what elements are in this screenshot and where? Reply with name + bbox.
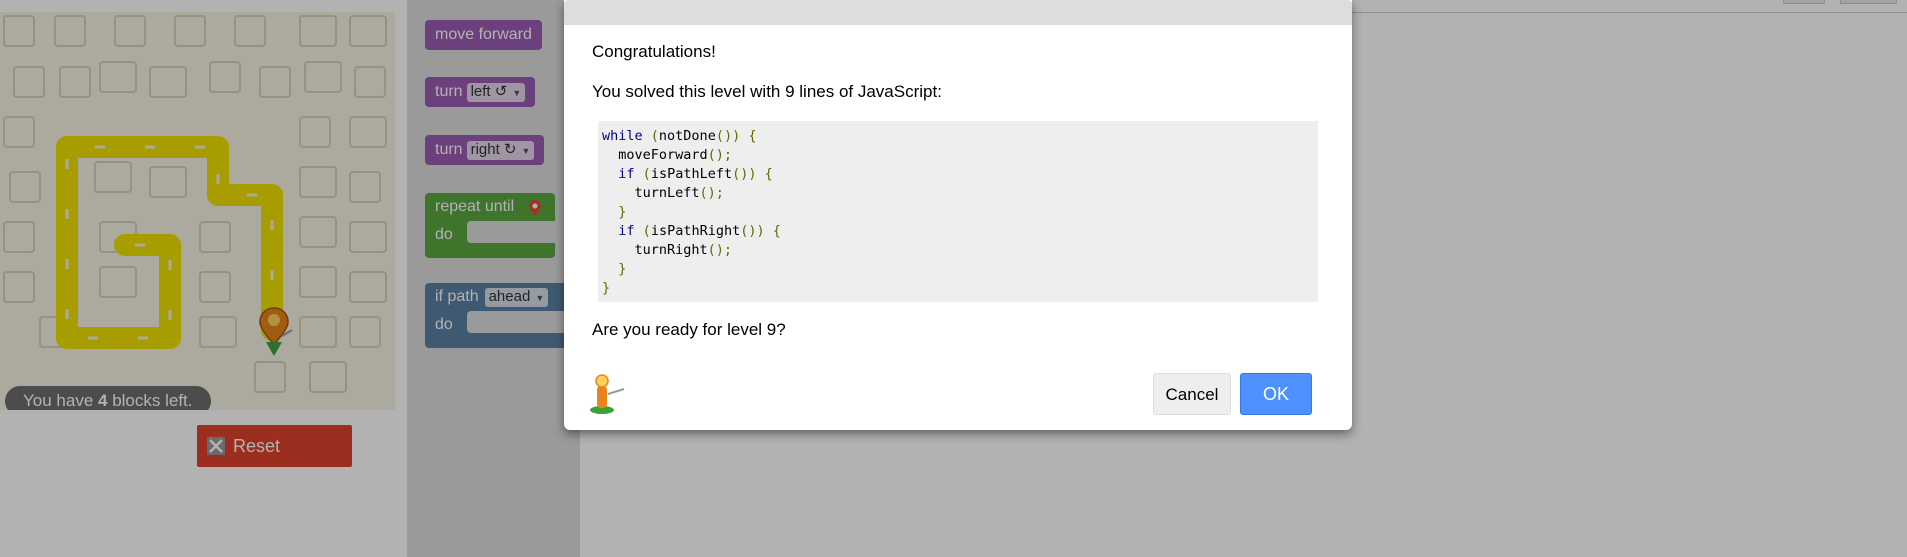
- code-line: while (notDone()) {: [602, 128, 757, 144]
- code-line: if (isPathLeft()) {: [618, 166, 773, 182]
- code-line: }: [602, 261, 627, 277]
- code-line: turnRight();: [602, 242, 733, 258]
- code-block: while (notDone()) { moveForward(); if (i…: [598, 121, 1318, 302]
- dialog-message: You solved this level with 9 lines of Ja…: [592, 82, 942, 101]
- dialog-question: Are you ready for level 9?: [592, 320, 786, 339]
- cancel-button[interactable]: Cancel: [1153, 373, 1231, 415]
- code-line: }: [602, 204, 627, 220]
- code-line: if (isPathRight()) {: [618, 223, 781, 239]
- dialog-title: Congratulations!: [592, 42, 716, 61]
- ok-button[interactable]: OK: [1240, 373, 1312, 415]
- pegman-icon: [590, 374, 625, 414]
- stage: You have 4 blocks left. Reset move forwa…: [0, 0, 1907, 557]
- dialog-header: [564, 0, 1352, 25]
- congratulations-dialog: Congratulations! You solved this level w…: [564, 0, 1352, 430]
- code-line: moveForward();: [602, 147, 733, 163]
- code-line: }: [602, 280, 611, 296]
- code-line: turnLeft();: [602, 185, 724, 201]
